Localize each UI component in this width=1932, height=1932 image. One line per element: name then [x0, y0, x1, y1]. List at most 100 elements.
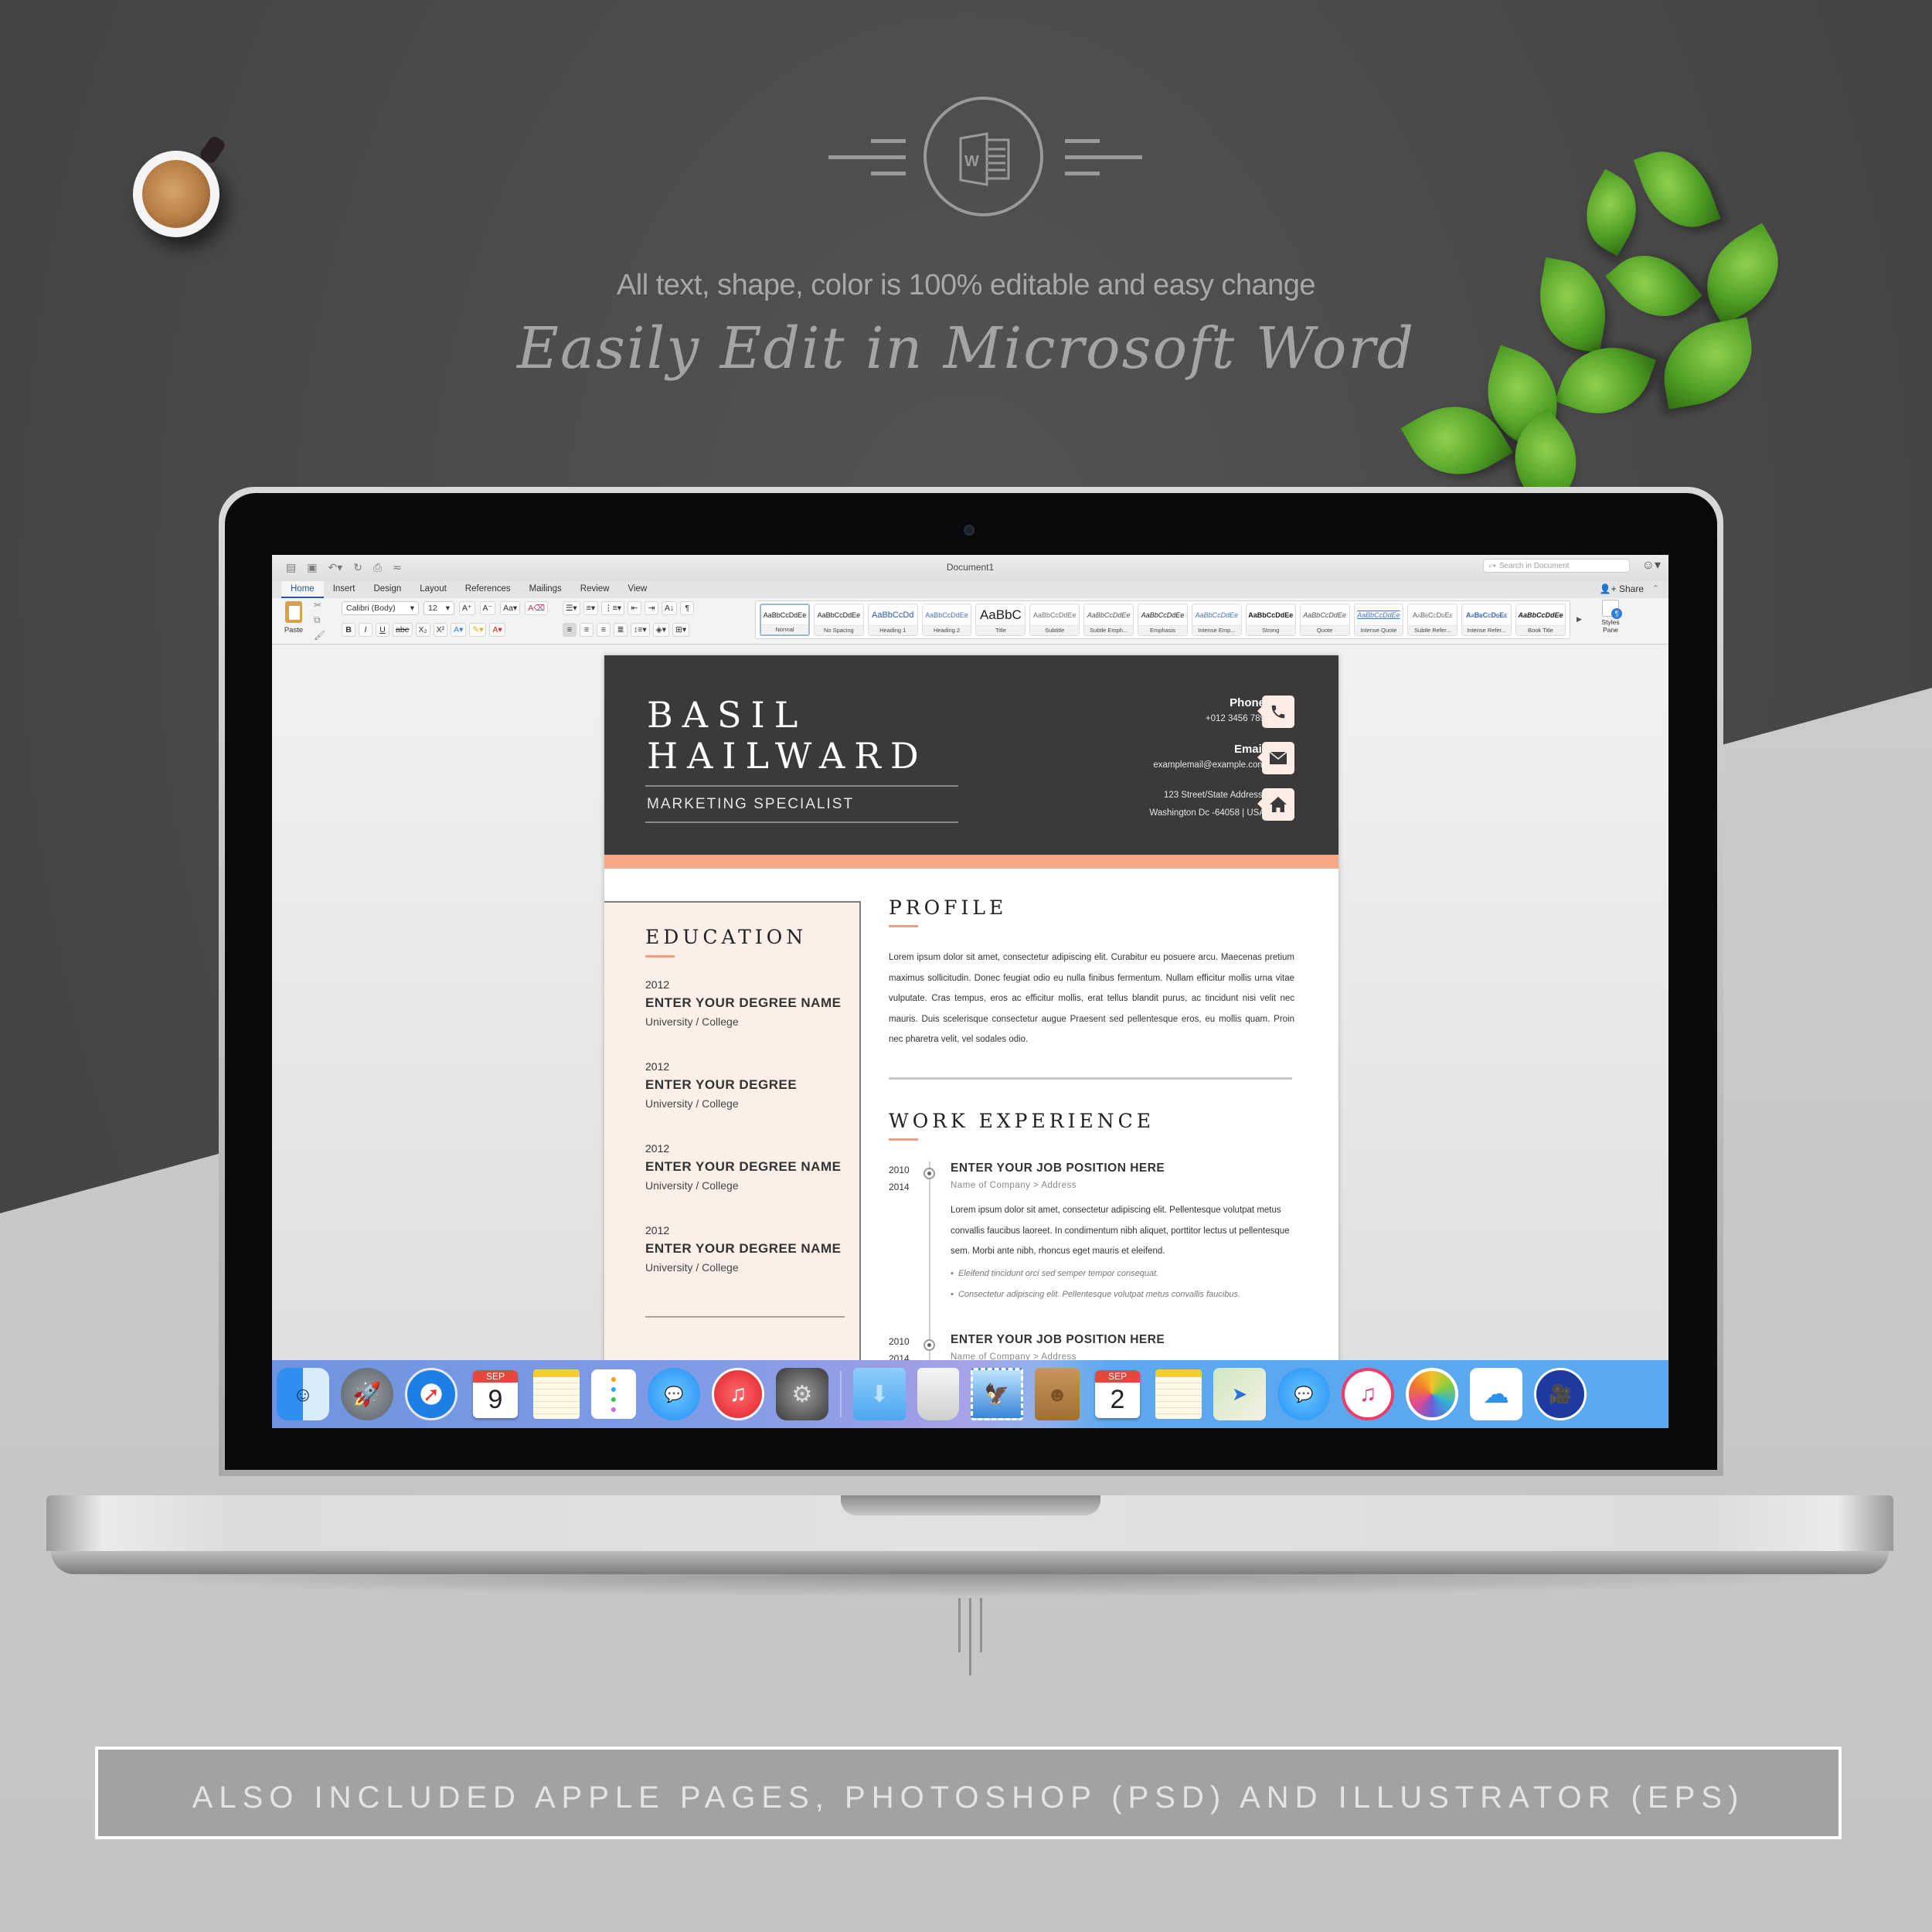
- decrease-indent-button[interactable]: ⇤: [628, 601, 641, 615]
- style-quote[interactable]: AaBbCcDdEe Quote: [1299, 604, 1350, 636]
- shading-button[interactable]: ◈▾: [652, 623, 670, 637]
- dock-itunes-music-icon-2[interactable]: ♫: [1342, 1368, 1394, 1420]
- dock-messages-icon-2[interactable]: 💬: [1277, 1368, 1330, 1420]
- font-controls: Calibri (Body) ▾ 12 ▾ A⁺ A⁻ Aa▾ A⌫: [342, 601, 549, 615]
- document-title: Document1: [946, 562, 995, 573]
- dock-calendar-icon[interactable]: SEP 9: [469, 1368, 522, 1420]
- education-divider: [645, 1316, 845, 1318]
- tab-mailings[interactable]: Mailings: [520, 581, 571, 598]
- dock-mail-stamp-icon[interactable]: 🦅: [971, 1368, 1023, 1420]
- dock-photo-booth-camera-icon[interactable]: 🎥: [1534, 1368, 1587, 1420]
- bold-button[interactable]: B: [342, 623, 355, 637]
- highlight-color-button[interactable]: ✎▾: [469, 623, 487, 637]
- text-effects-button[interactable]: A▾: [451, 623, 467, 637]
- style-sample: AaBbC: [979, 607, 1022, 622]
- style-title[interactable]: AaBbC Title: [975, 604, 1026, 636]
- resume-page[interactable]: BASIL HAILWARD MARKETING SPECIALIST Phon…: [604, 655, 1338, 1428]
- tab-home[interactable]: Home: [281, 581, 324, 598]
- show-formatting-marks-button[interactable]: ¶: [680, 601, 695, 615]
- laptop-screen: ▤ ▣ ↶▾ ↻ ⎙ ≂ Document1 ⌕▾ Search in Docu…: [272, 555, 1668, 1428]
- education-degree: ENTER YOUR DEGREE NAME: [645, 995, 842, 1010]
- change-case-button[interactable]: Aa▾: [500, 601, 521, 615]
- style-intense-quote[interactable]: AaBbCcDdEe Intense Quote: [1353, 604, 1404, 636]
- bullet-text: Consectetur adipiscing elit. Pellentesqu…: [957, 1290, 1241, 1299]
- clear-formatting-button[interactable]: A⌫: [525, 601, 549, 615]
- dock-messages-icon[interactable]: 💬: [648, 1368, 700, 1420]
- grow-font-button[interactable]: A⁺: [459, 601, 475, 615]
- feedback-smiley-icon[interactable]: ☺▾: [1642, 557, 1661, 573]
- sort-button[interactable]: A↓: [662, 601, 678, 615]
- align-center-button[interactable]: ≡: [580, 623, 594, 637]
- style-subtle-reference[interactable]: AaBbCcDdEe Subtle Refer...: [1407, 604, 1458, 636]
- tab-design[interactable]: Design: [364, 581, 410, 598]
- tab-references[interactable]: References: [456, 581, 520, 598]
- dock-notes-icon[interactable]: [533, 1369, 580, 1419]
- italic-button[interactable]: I: [359, 623, 372, 637]
- tab-view[interactable]: View: [619, 581, 657, 598]
- bullets-button[interactable]: ☰▾: [563, 601, 580, 615]
- style-intense-reference[interactable]: AaBbCcDdEe Intense Refer...: [1461, 604, 1512, 636]
- cut-icon[interactable]: ✂: [314, 600, 325, 611]
- styles-pane-button[interactable]: Styles Pane: [1595, 600, 1626, 634]
- share-button[interactable]: 👤+ Share: [1600, 583, 1644, 594]
- multilevel-list-button[interactable]: ⋮≡▾: [601, 601, 624, 615]
- paste-button[interactable]: Paste: [278, 601, 309, 634]
- tab-review[interactable]: Review: [571, 581, 619, 598]
- style-no-spacing[interactable]: AaBbCcDdEe No Spacing: [813, 604, 864, 636]
- dock-downloads-folder-icon[interactable]: ⬇: [853, 1368, 906, 1420]
- copy-icon[interactable]: ⧉: [314, 614, 325, 626]
- format-painter-icon[interactable]: 🖌: [314, 630, 325, 641]
- underline-button[interactable]: U: [376, 623, 389, 637]
- shrink-font-button[interactable]: A⁻: [479, 601, 496, 615]
- style-strong[interactable]: AaBbCcDdEe Strong: [1245, 604, 1296, 636]
- education-item: 2012 ENTER YOUR DEGREE NAME University /…: [645, 978, 841, 1028]
- style-heading-2[interactable]: AaBbCcDdEe Heading 2: [921, 604, 972, 636]
- dock-contacts-icon[interactable]: ☻: [1035, 1368, 1080, 1420]
- dock-launchpad-rocket-icon[interactable]: 🚀: [341, 1368, 393, 1420]
- style-emphasis[interactable]: AaBbCcDdEe Emphasis: [1138, 604, 1188, 636]
- font-size-dropdown[interactable]: 12 ▾: [423, 601, 454, 615]
- tab-insert[interactable]: Insert: [324, 581, 365, 598]
- line-spacing-button[interactable]: ↕≡▾: [631, 623, 650, 637]
- education-year: 2012: [645, 978, 670, 991]
- style-name: Heading 1: [868, 625, 917, 635]
- align-left-button[interactable]: ≡: [563, 623, 577, 637]
- dock-trash-icon[interactable]: [917, 1368, 959, 1420]
- dock-notes-icon-2[interactable]: [1155, 1369, 1202, 1419]
- style-intense-emphasis[interactable]: AaBbCcDdEe Intense Emp...: [1191, 604, 1242, 636]
- search-in-document-input[interactable]: ⌕▾ Search in Document: [1483, 559, 1630, 573]
- education-school: University / College: [645, 1015, 739, 1028]
- dock-photos-icon[interactable]: [1406, 1368, 1458, 1420]
- banner-text: ALSO INCLUDED APPLE PAGES, PHOTOSHOP (PS…: [192, 1781, 1745, 1815]
- tab-layout[interactable]: Layout: [410, 581, 456, 598]
- dock-safari-compass-icon[interactable]: ➚: [405, 1368, 457, 1420]
- dock-itunes-music-icon[interactable]: ♫: [712, 1368, 764, 1420]
- styles-gallery-more-icon[interactable]: ▶: [1577, 615, 1582, 624]
- collapse-ribbon-icon[interactable]: ⌃: [1652, 583, 1659, 594]
- style-book-title[interactable]: AaBbCcDdEe Book Title: [1515, 604, 1566, 636]
- style-subtitle[interactable]: AaBbCcDdEe Subtitle: [1029, 604, 1080, 636]
- subscript-button[interactable]: X₂: [415, 623, 430, 637]
- dock-system-preferences-gear-icon[interactable]: ⚙: [776, 1368, 828, 1420]
- dock-calendar-icon-2[interactable]: SEP 2: [1091, 1368, 1144, 1420]
- style-heading-1[interactable]: AaBbCcDd Heading 1: [867, 604, 918, 636]
- font-color-button[interactable]: A▾: [489, 623, 505, 637]
- style-normal[interactable]: AaBbCcDdEe Normal: [760, 604, 810, 636]
- align-right-button[interactable]: ≡: [597, 623, 611, 637]
- superscript-button[interactable]: X²: [433, 623, 448, 637]
- font-name-dropdown[interactable]: Calibri (Body) ▾: [342, 601, 419, 615]
- borders-button[interactable]: ⊞▾: [672, 623, 690, 637]
- address-line-2: Washington Dc -64058 | USA: [1149, 808, 1265, 818]
- dock-maps-icon[interactable]: ➤: [1213, 1368, 1266, 1420]
- style-subtle-emphasis[interactable]: AaBbCcDdEe Subtle Emph...: [1083, 604, 1134, 636]
- dock-reminders-icon[interactable]: ● ● ● ●: [591, 1369, 636, 1419]
- work-bullets: • Eleifend tincidunt orci sed semper tem…: [951, 1264, 1298, 1305]
- justify-button[interactable]: ≣: [614, 623, 628, 637]
- leaf: [1633, 138, 1721, 240]
- style-name: Title: [976, 625, 1026, 635]
- strikethrough-button[interactable]: abe: [393, 623, 413, 637]
- numbering-button[interactable]: ≡▾: [583, 601, 599, 615]
- increase-indent-button[interactable]: ⇥: [645, 601, 658, 615]
- dock-icloud-drive-cloud-icon[interactable]: ☁: [1470, 1368, 1522, 1420]
- dock-finder-icon[interactable]: ☺: [277, 1368, 329, 1420]
